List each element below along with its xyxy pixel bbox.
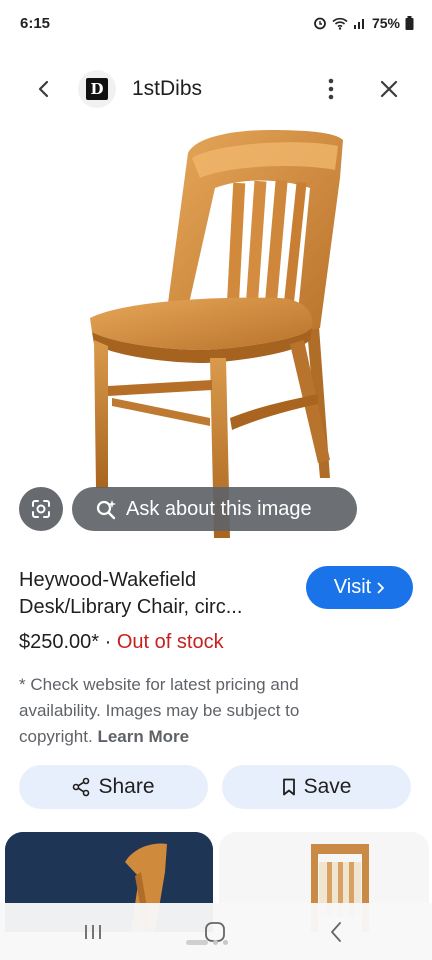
battery-icon (405, 16, 414, 30)
product-title-line1: Heywood-Wakefield (19, 569, 197, 591)
wifi-icon (332, 17, 348, 30)
lens-button[interactable] (19, 487, 63, 531)
learn-more-link[interactable]: Learn More (97, 727, 189, 746)
signal-icon (353, 19, 364, 29)
search-sparkle-icon (96, 500, 116, 520)
carousel-indicator (186, 940, 228, 945)
close-button[interactable] (374, 74, 404, 104)
share-button[interactable]: Share (19, 765, 208, 809)
price-disclaimer: * Check website for latest pricing and a… (19, 672, 349, 750)
ask-about-image-button[interactable]: Ask about this image (72, 487, 357, 531)
recent-apps-icon[interactable] (80, 921, 106, 943)
system-nav-bar (0, 903, 432, 960)
status-bar: 6:15 75% (0, 0, 432, 48)
site-name: 1stDibs (132, 77, 203, 100)
battery-percent: 75% (371, 15, 400, 31)
save-label: Save (303, 775, 352, 798)
back-arrow-icon (38, 80, 49, 98)
more-options-button[interactable] (318, 74, 344, 104)
alarm-icon (314, 17, 326, 30)
share-label: Share (98, 775, 155, 798)
save-button[interactable]: Save (222, 765, 411, 809)
price-line: $250.00* · Out of stock (19, 631, 224, 654)
more-vert-icon (328, 78, 334, 100)
google-lens-icon (32, 500, 50, 518)
product-title[interactable]: Heywood-Wakefield Desk/Library Chair, ci… (19, 567, 289, 621)
visit-label: Visit (333, 576, 372, 598)
carousel-dot-active (186, 940, 208, 945)
chevron-right-icon (377, 582, 385, 593)
product-price: $250.00* (19, 631, 100, 653)
status-icons: 75% (313, 15, 414, 31)
site-logo-mark: D (86, 78, 108, 100)
product-image[interactable] (0, 118, 432, 543)
visit-button[interactable]: Visit (306, 566, 413, 609)
stock-status: Out of stock (116, 631, 224, 653)
carousel-dot (223, 940, 228, 945)
site-logo[interactable]: D (78, 70, 116, 108)
share-icon (73, 777, 90, 797)
close-icon (380, 80, 398, 98)
price-separator: · (99, 631, 117, 653)
product-title-line2: Desk/Library Chair, circ... (19, 596, 243, 618)
top-app-bar: D 1stDibs (0, 62, 432, 114)
ask-about-image-label: Ask about this image (126, 497, 312, 520)
back-button[interactable] (28, 74, 58, 104)
system-back-icon[interactable] (324, 919, 348, 945)
status-time: 6:15 (20, 15, 51, 32)
carousel-dot (213, 940, 218, 945)
bookmark-icon (282, 778, 295, 796)
